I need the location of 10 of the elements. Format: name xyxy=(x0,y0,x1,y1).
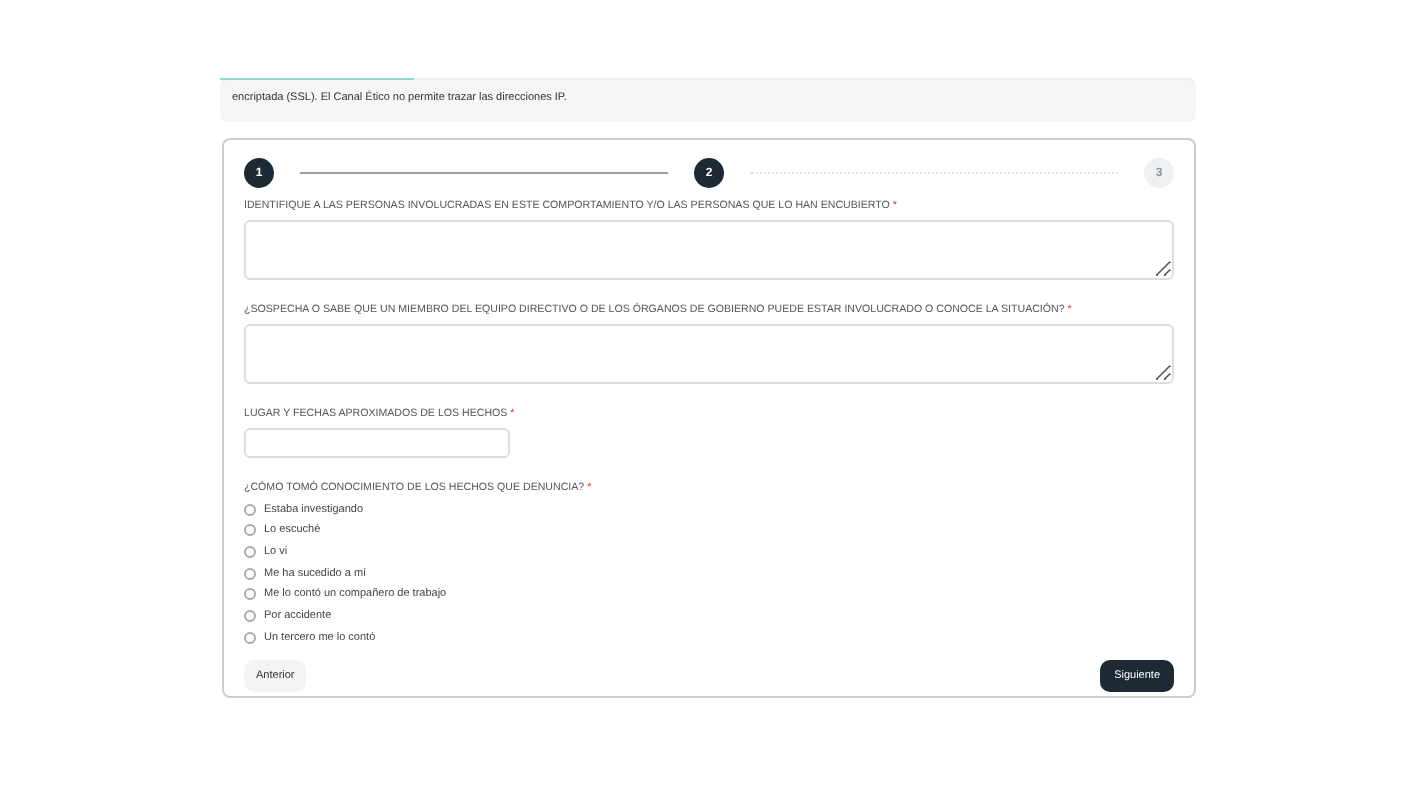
radio-button[interactable] xyxy=(244,610,256,623)
radio-button[interactable] xyxy=(244,524,256,537)
radio-button[interactable] xyxy=(244,631,256,644)
radio-button[interactable] xyxy=(244,503,256,516)
text-area[interactable] xyxy=(244,220,1174,280)
radio-button[interactable] xyxy=(244,546,256,559)
input-field[interactable] xyxy=(244,428,510,458)
text-area[interactable] xyxy=(244,324,1174,384)
radio-button[interactable] xyxy=(244,567,256,580)
radio-button[interactable] xyxy=(244,588,256,601)
